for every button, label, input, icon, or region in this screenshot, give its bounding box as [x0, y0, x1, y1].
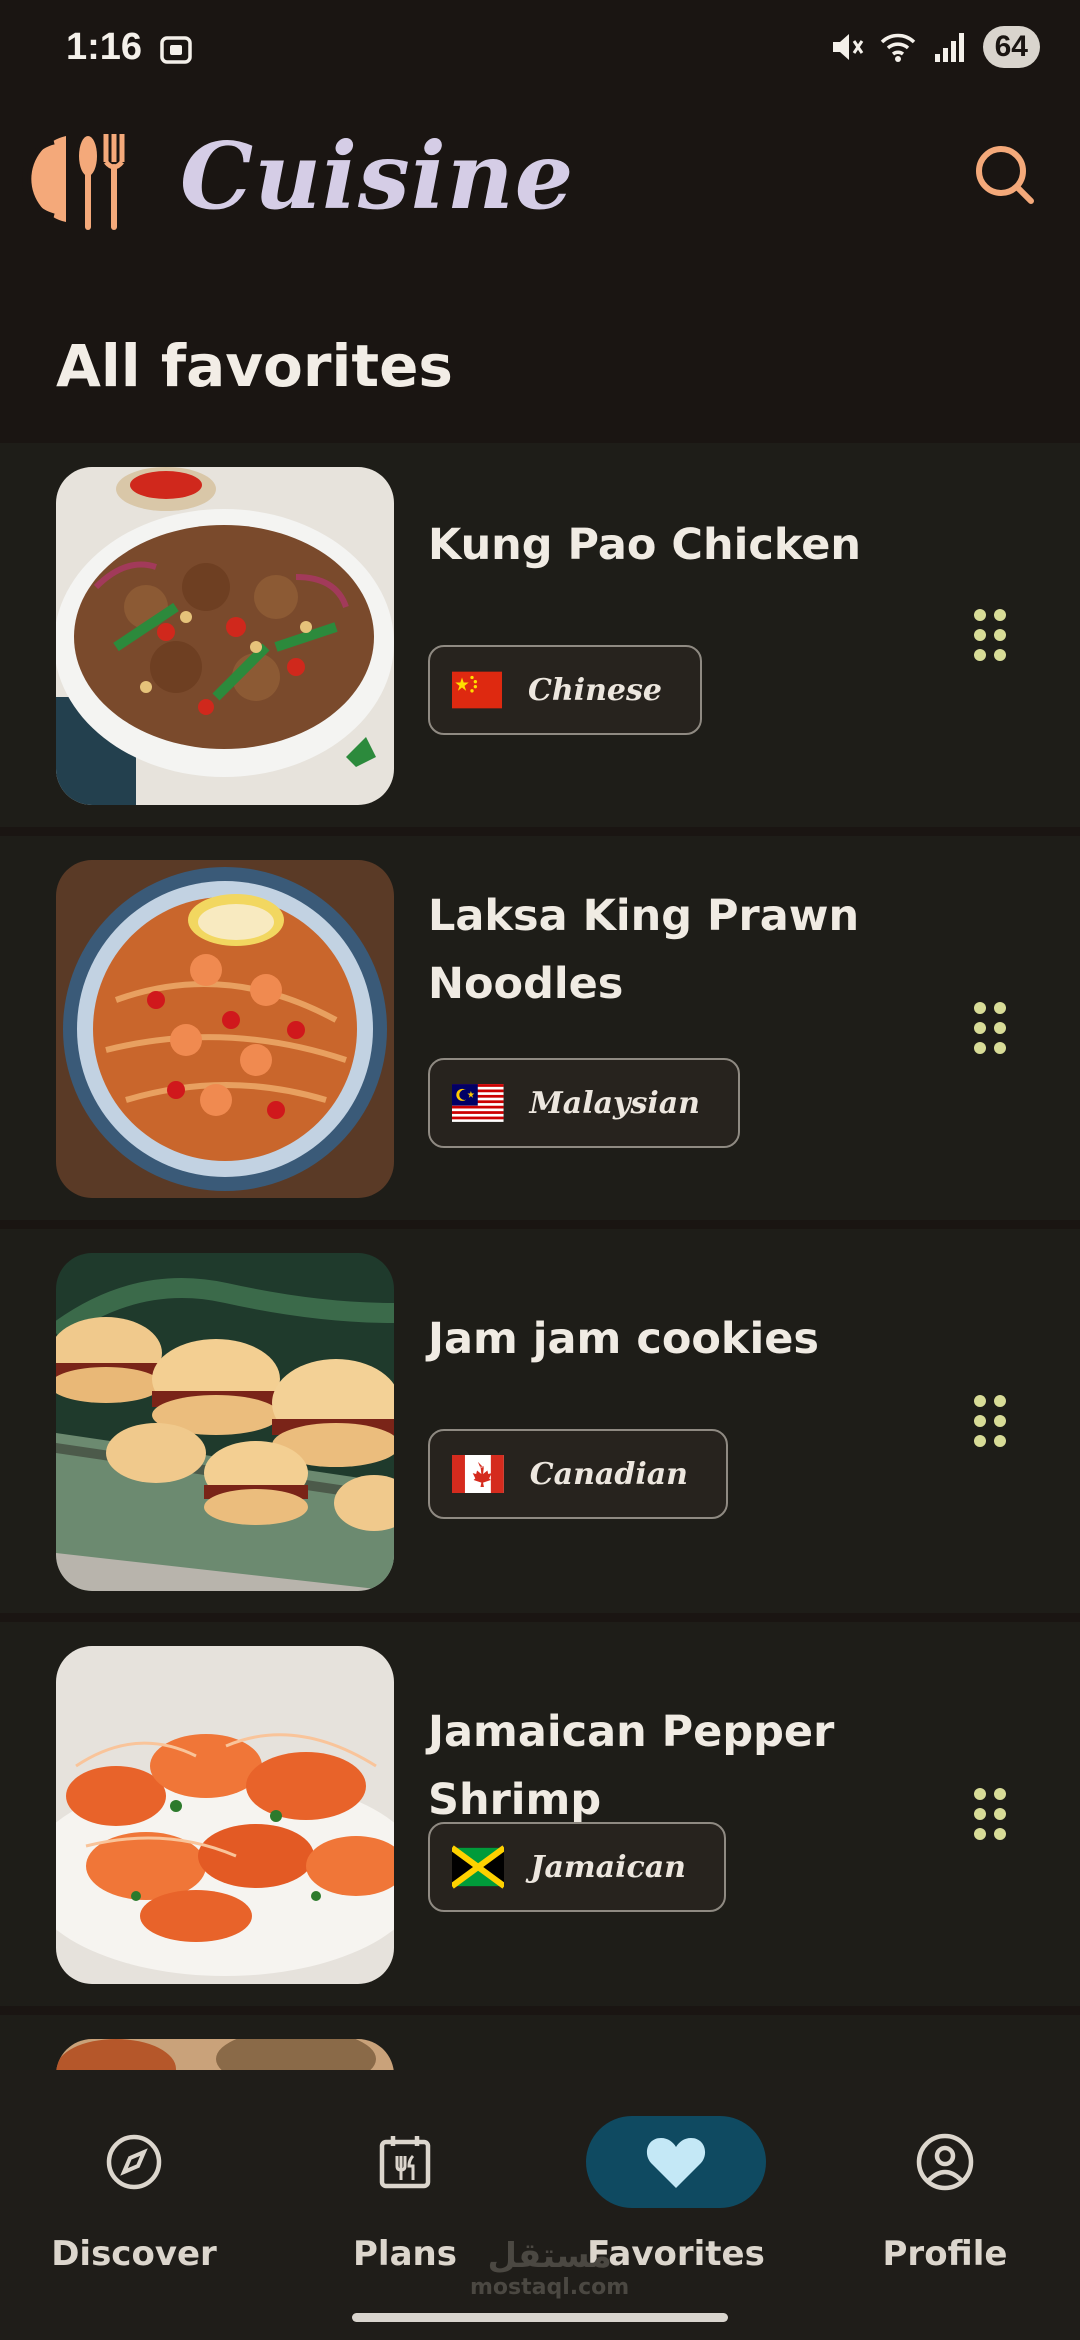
favorite-card[interactable]: Kung Pao Chicken Chinese: [0, 443, 1080, 827]
battery-indicator: 64: [982, 26, 1040, 68]
cuisine-label: Jamaican: [530, 1849, 686, 1885]
nav-profile[interactable]: Profile: [825, 2116, 1065, 2286]
search-icon[interactable]: [970, 140, 1040, 210]
recipe-image[interactable]: [56, 860, 394, 1198]
cutlery-logo-icon: [22, 134, 125, 230]
favorite-card[interactable]: [0, 2015, 1080, 2070]
wifi-icon: [880, 33, 915, 62]
recipe-image[interactable]: [56, 1253, 394, 1591]
compass-icon: [106, 2134, 162, 2190]
screen-record-icon: [160, 36, 192, 64]
cuisine-label: Chinese: [528, 672, 662, 708]
recipe-image[interactable]: [56, 1646, 394, 1984]
favorite-card[interactable]: Jamaican Pepper Shrimp Jamaican: [0, 1622, 1080, 2006]
app-header: Cuisine: [0, 100, 1080, 300]
signal-icon: [934, 33, 964, 62]
favorites-list[interactable]: Kung Pao Chicken Chinese Laksa King Praw…: [0, 443, 1080, 2070]
cuisine-chip[interactable]: Jamaican: [428, 1822, 726, 1912]
jamaica-flag-icon: [452, 1845, 505, 1889]
cuisine-label: Canadian: [529, 1456, 688, 1492]
recipe-title: Jam jam cookies: [428, 1314, 819, 1364]
status-icons: 64: [827, 26, 1040, 68]
nav-label: Profile: [882, 2234, 1008, 2274]
status-time: 1:16: [66, 26, 143, 68]
mute-icon: [832, 34, 863, 60]
home-indicator[interactable]: [352, 2313, 728, 2322]
recipe-title: Jamaican Pepper Shrimp: [428, 1707, 835, 1825]
watermark-arabic: مستقل: [487, 2236, 612, 2276]
app-title: Cuisine: [180, 122, 575, 230]
user-circle-icon: [916, 2133, 974, 2191]
favorite-card[interactable]: Laksa King Prawn Noodles Malaysian: [0, 836, 1080, 1220]
drag-handle-icon[interactable]: [970, 605, 1010, 665]
nav-discover[interactable]: Discover: [14, 2116, 254, 2286]
malaysia-flag-icon: [452, 1084, 504, 1122]
drag-handle-icon[interactable]: [970, 1391, 1010, 1451]
watermark-latin: mostaql.com: [470, 2275, 630, 2300]
drag-handle-icon[interactable]: [970, 998, 1010, 1058]
page-title: All favorites: [56, 332, 453, 400]
calendar-icon: [379, 2136, 431, 2189]
recipe-title: Laksa King Prawn Noodles: [428, 891, 860, 1009]
china-flag-icon: [452, 671, 503, 709]
recipe-image[interactable]: [56, 2039, 394, 2070]
favorite-card[interactable]: Jam jam cookies Canadian: [0, 1229, 1080, 1613]
heart-icon: [646, 2138, 706, 2188]
recipe-title: Kung Pao Chicken: [428, 520, 862, 570]
drag-handle-icon[interactable]: [970, 1784, 1010, 1844]
canada-flag-icon: [452, 1455, 504, 1493]
cuisine-chip[interactable]: Canadian: [428, 1429, 728, 1519]
watermark: مستقل mostaql.com: [470, 2238, 629, 2302]
status-bar: 1:16 64: [0, 0, 1080, 100]
cuisine-chip[interactable]: Malaysian: [428, 1058, 740, 1148]
cuisine-chip[interactable]: Chinese: [428, 645, 702, 735]
recipe-image[interactable]: [56, 467, 394, 805]
nav-label: Discover: [51, 2234, 217, 2274]
cuisine-label: Malaysian: [529, 1085, 700, 1121]
